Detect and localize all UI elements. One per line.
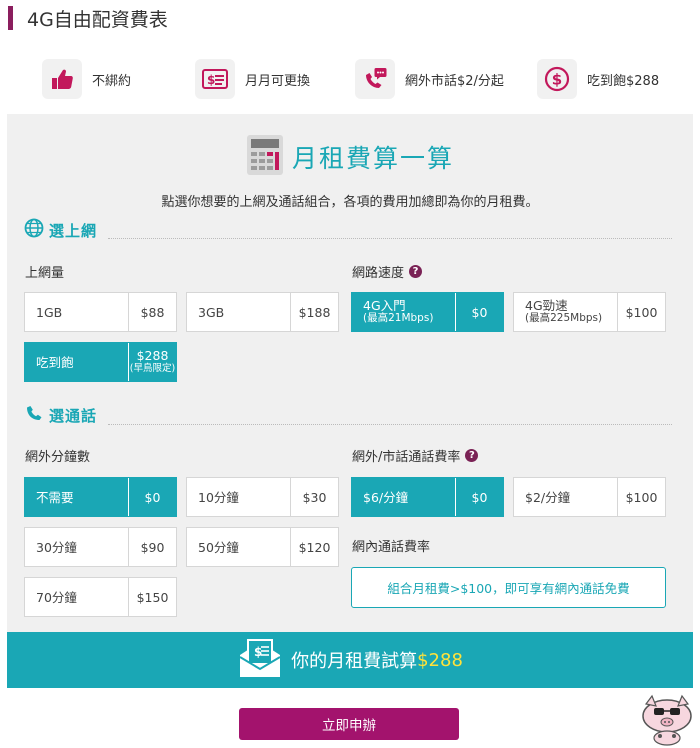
option-name: 4G入門 xyxy=(363,298,406,313)
option-speed-basic[interactable]: 4G入門 (最高21Mbps) $0 xyxy=(351,292,504,332)
option-data-1gb[interactable]: 1GB $88 xyxy=(24,292,177,332)
option-minutes-none[interactable]: 不需要 $0 xyxy=(24,477,177,517)
feature-no-contract: 不綁約 xyxy=(42,58,131,100)
help-icon[interactable]: ? xyxy=(409,265,423,278)
total-text: 你的月租費試算 xyxy=(291,651,418,672)
option-name: 4G勁速 xyxy=(525,298,568,313)
feature-label: 不綁約 xyxy=(92,73,132,89)
option-name: 1GB xyxy=(36,304,63,320)
option-price: $90 xyxy=(128,528,176,566)
section-calls-title: 選通話 xyxy=(49,406,98,425)
dollar-card-icon: $ xyxy=(195,59,235,99)
calculator-title-text: 月租費算一算 xyxy=(292,144,455,173)
option-minutes-70[interactable]: 70分鐘 $150 xyxy=(24,577,177,617)
option-name: 3GB xyxy=(198,304,225,320)
option-data-unlimited[interactable]: 吃到飽 $288 (早鳥限定) xyxy=(24,342,177,382)
option-price: $0 xyxy=(455,478,503,516)
phone-icon xyxy=(24,403,44,427)
option-price-block: $288 (早鳥限定) xyxy=(128,343,176,381)
option-price: $88 xyxy=(128,293,176,331)
onnet-rate-label: 網內通話費率 xyxy=(352,540,431,555)
option-name: 70分鐘 xyxy=(36,589,77,605)
apply-button[interactable]: 立即申辦 xyxy=(239,708,459,740)
offnet-minutes-label: 網外分鐘數 xyxy=(25,450,91,465)
option-price: $100 xyxy=(617,293,665,331)
option-note: (最高225Mbps) xyxy=(525,312,603,324)
option-minutes-10[interactable]: 10分鐘 $30 xyxy=(186,477,339,517)
globe-icon xyxy=(24,218,44,242)
svg-text:$: $ xyxy=(207,73,215,87)
offnet-rate-label: 網外/市話通話費率 ? xyxy=(352,446,479,465)
option-price: $150 xyxy=(128,578,176,616)
section-calls: 選通話 xyxy=(24,403,97,427)
feature-monthly-change: $ 月月可更換 xyxy=(195,58,310,100)
section-divider xyxy=(108,424,672,425)
dollar-circle-icon: $ xyxy=(537,59,577,99)
option-rate-2[interactable]: $2/分鐘 $100 xyxy=(513,477,666,517)
option-price: $0 xyxy=(455,293,503,331)
option-rate-6[interactable]: $6/分鐘 $0 xyxy=(351,477,504,517)
thumbs-up-icon xyxy=(42,59,82,99)
option-name: 50分鐘 xyxy=(198,539,239,555)
feature-label: 月月可更換 xyxy=(245,73,311,89)
option-name-block: 4G入門 (最高21Mbps) xyxy=(352,293,455,331)
network-speed-text: 網路速度 xyxy=(352,266,405,281)
feature-label: 網外市話$2/分起 xyxy=(405,73,504,89)
option-minutes-50[interactable]: 50分鐘 $120 xyxy=(186,527,339,567)
phone-chat-icon xyxy=(355,59,395,99)
help-icon[interactable]: ? xyxy=(465,449,479,462)
total-bar: $ 你的月租費試算 $288 xyxy=(7,632,693,688)
offnet-rate-text: 網外/市話通話費率 xyxy=(352,450,461,465)
feature-label: 吃到飽$288 xyxy=(587,73,660,89)
bill-envelope-icon: $ xyxy=(237,637,283,683)
option-price: $30 xyxy=(290,478,338,516)
option-price: $188 xyxy=(290,293,338,331)
section-internet-title: 選上網 xyxy=(49,221,98,240)
option-name: $2/分鐘 xyxy=(525,489,571,505)
page-header: 4G自由配資費表 xyxy=(8,6,168,31)
option-name: 吃到飽 xyxy=(36,354,74,370)
option-name-block: 4G勁速 (最高225Mbps) xyxy=(514,293,617,331)
option-speed-turbo[interactable]: 4G勁速 (最高225Mbps) $100 xyxy=(513,292,666,332)
option-price: $120 xyxy=(290,528,338,566)
calculator-title: 月租費算一算 xyxy=(246,134,454,180)
option-note: (最高21Mbps) xyxy=(363,312,434,324)
network-speed-label: 網路速度 ? xyxy=(352,262,423,281)
feature-offnet-rate: 網外市話$2/分起 xyxy=(355,58,504,100)
feature-unlimited: $ 吃到飽$288 xyxy=(537,58,659,100)
option-name: 不需要 xyxy=(36,489,74,505)
calculator-icon xyxy=(246,134,284,180)
option-price: $288 xyxy=(136,348,169,363)
data-volume-label: 上網量 xyxy=(25,266,65,281)
features-row: 不綁約 $ 月月可更換 網外市話$2/分起 $ 吃到飽$288 xyxy=(0,58,700,104)
svg-text:$: $ xyxy=(552,71,562,89)
option-price: $100 xyxy=(617,478,665,516)
onnet-free-notice[interactable]: 組合月租費>$100，即可享有網內通話免費 xyxy=(351,567,666,608)
total-amount: $288 xyxy=(417,649,463,671)
page-title: 4G自由配資費表 xyxy=(27,8,168,31)
section-internet: 選上網 xyxy=(24,218,97,242)
option-minutes-30[interactable]: 30分鐘 $90 xyxy=(24,527,177,567)
option-data-3gb[interactable]: 3GB $188 xyxy=(186,292,339,332)
section-divider xyxy=(108,238,672,239)
pig-mascot-icon xyxy=(640,694,694,746)
header-accent-bar xyxy=(8,6,13,30)
option-price: $0 xyxy=(128,478,176,516)
option-name: 30分鐘 xyxy=(36,539,77,555)
calculator-description: 點選你想要的上網及通話組合，各項的費用加總即為你的月租費。 xyxy=(161,195,539,210)
option-name: 10分鐘 xyxy=(198,489,239,505)
option-name: $6/分鐘 xyxy=(363,489,409,505)
option-price-note: (早鳥限定) xyxy=(129,363,176,374)
